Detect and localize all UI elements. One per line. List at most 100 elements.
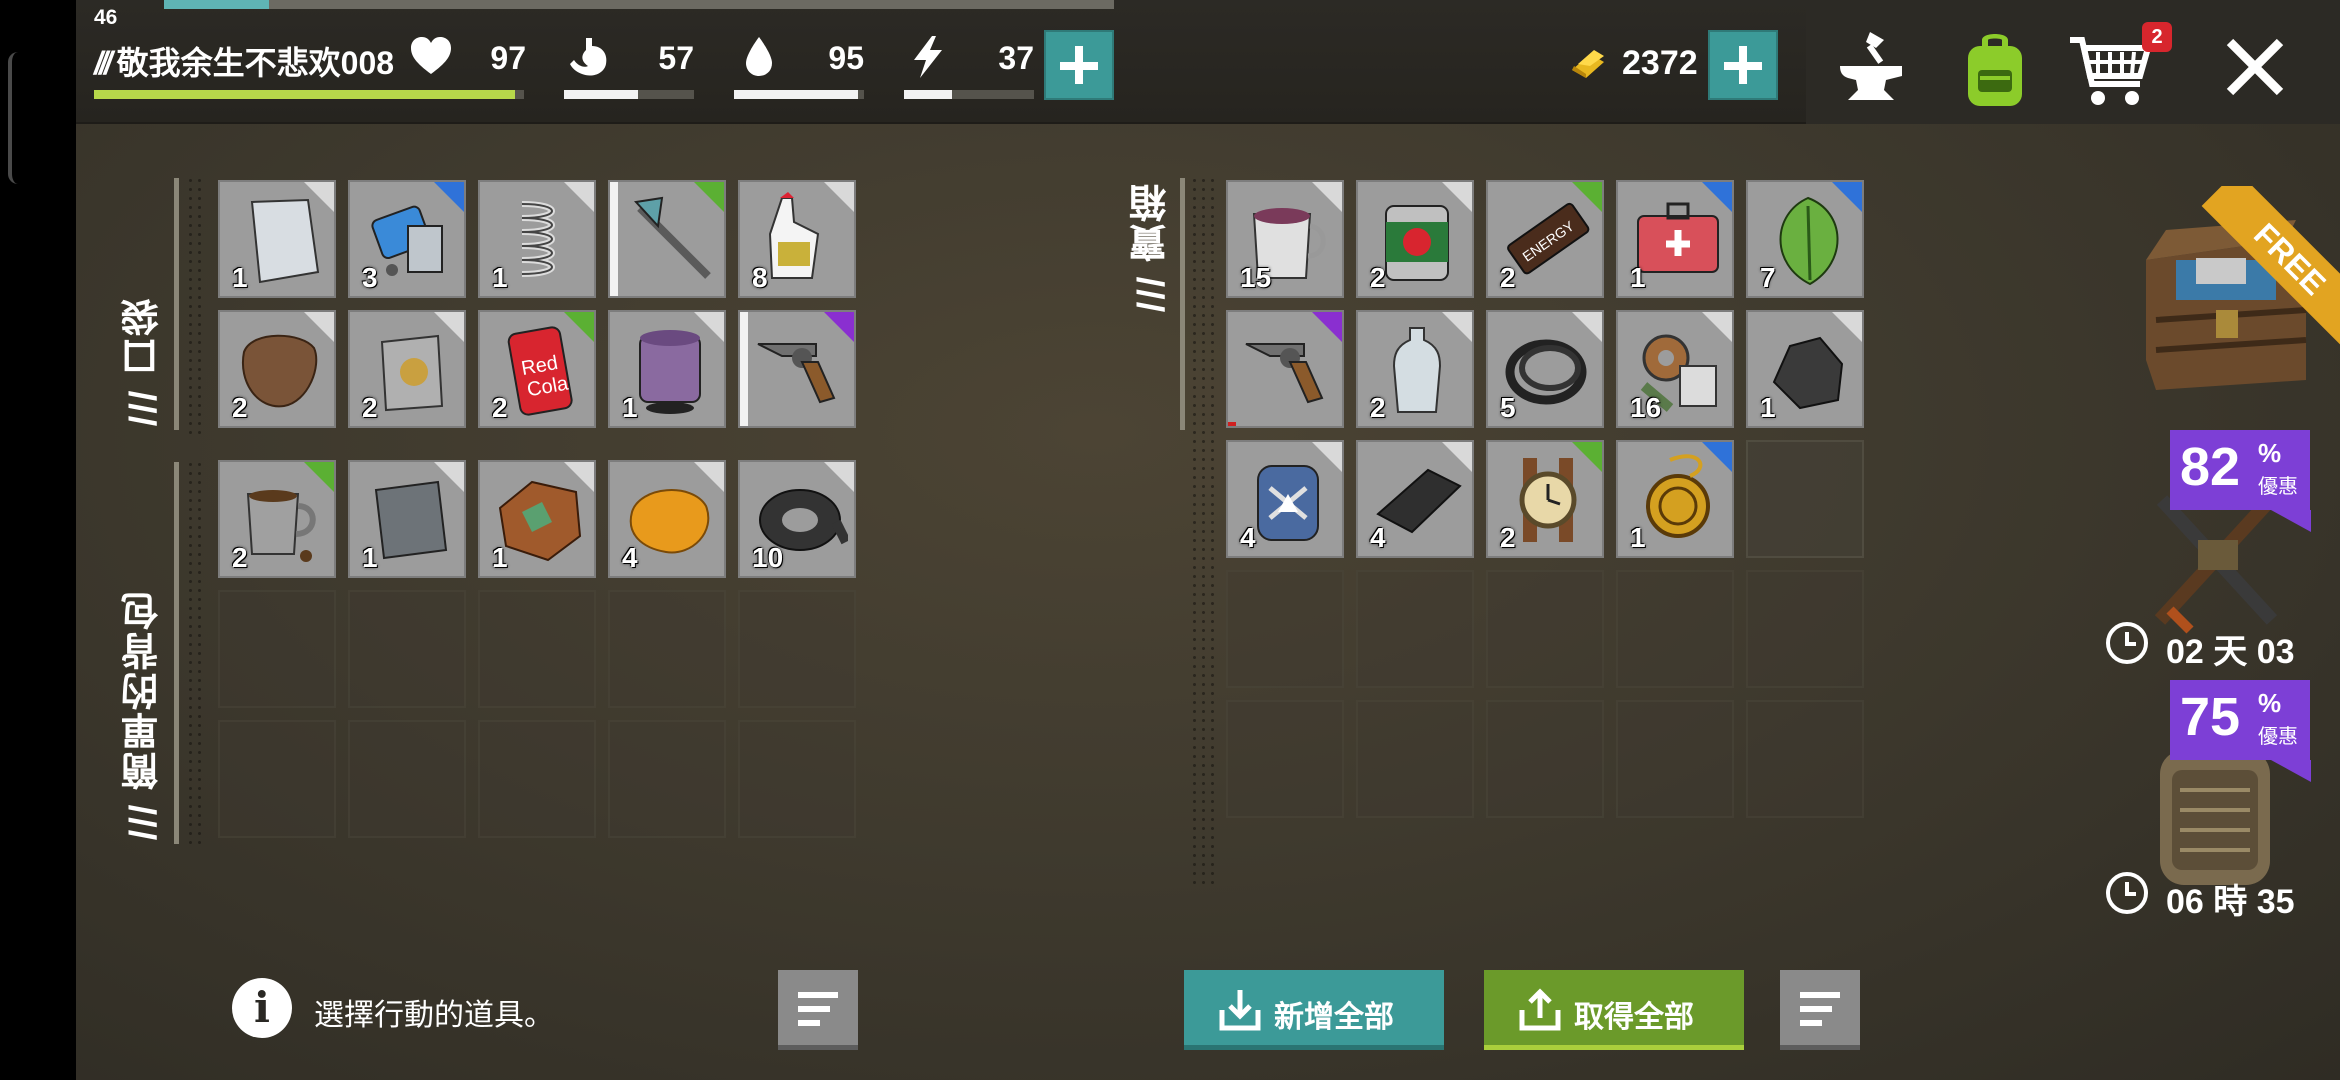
pocket-item-slot[interactable] [738,310,856,428]
chest-item-slot[interactable]: 2 [1356,310,1474,428]
chest-item-slot[interactable] [1226,310,1344,428]
energy-bar [904,90,1034,99]
backpack-empty-slot[interactable] [218,720,336,838]
backpack-empty-slot[interactable] [738,720,856,838]
chest-item-slot[interactable]: 15 [1226,180,1344,298]
pocket-item-slot[interactable]: Red Cola 2 [478,310,596,428]
backpack-empty-slot[interactable] [348,720,466,838]
anvil-icon[interactable] [1826,26,1916,116]
sort-line [798,992,838,998]
backpack-offer-timer: 06 時 35 [2166,883,2295,921]
pocket-item-slot[interactable]: 2 [348,310,466,428]
chest-empty-slot[interactable] [1746,570,1864,688]
item-quantity: 2 [492,392,508,423]
gold-bar-icon [1572,50,1604,78]
chest-item-slot[interactable]: 2 [1486,440,1604,558]
chest-item-slot[interactable]: 1 [1616,180,1734,298]
xp-bar-fill [164,0,269,9]
item-quantity: 2 [232,542,248,573]
chest-empty-slot[interactable] [1616,570,1734,688]
backpack-empty-slot[interactable] [608,590,726,708]
backpack-icon[interactable] [1950,26,2040,116]
player-level: 46 [94,6,118,29]
chest-empty-slot[interactable] [1746,700,1864,818]
chest-item-slot[interactable]: 16 [1616,310,1734,428]
backpack-discount-badge[interactable]: 75 % 優惠 [2170,680,2311,782]
chest-item-slot[interactable]: ENERGY 2 [1486,180,1604,298]
weapons-offer-timer: 02 天 03 [2166,633,2295,671]
cart-badge: 2 [2142,22,2172,52]
chest-empty-slot[interactable] [1486,700,1604,818]
backpack-item-slot[interactable]: 4 [608,460,726,578]
pocket-divider [174,178,179,430]
pocket-item-slot[interactable]: 2 [218,310,336,428]
sort-line [1800,1020,1822,1026]
chest-item-slot[interactable]: 7 [1746,180,1864,298]
item-quantity: 1 [232,262,248,293]
item-quantity: 1 [362,542,378,573]
chest-empty-slot[interactable] [1226,570,1344,688]
pocket-item-slot[interactable]: 1 [218,180,336,298]
pocket-item-slot[interactable]: 1 [608,310,726,428]
backpack-item-slot[interactable]: 2 [218,460,336,578]
backpack-empty-slot[interactable] [608,720,726,838]
health-stat: 97 [408,34,526,80]
chest-dot-pattern [1190,176,1218,886]
chest-empty-slot[interactable] [1356,570,1474,688]
item-quantity: 2 [1370,392,1386,423]
add-all-button[interactable]: 新增全部 [1184,970,1444,1050]
backpack-discount-percent: 75 [2180,687,2241,747]
download-icon [1219,990,1261,1031]
backpack-item-slot[interactable]: 1 [348,460,466,578]
pocket-item-slot[interactable]: 1 [478,180,596,298]
take-all-button[interactable]: 取得全部 [1484,970,1744,1050]
chest-item-slot[interactable]: 1 [1616,440,1734,558]
energy-value: 37 [998,40,1034,76]
free-ribbon: FREE [2170,186,2340,346]
chest-item-slot[interactable]: 5 [1486,310,1604,428]
close-icon[interactable] [2216,28,2294,106]
pocket-dot-pattern [186,176,206,436]
chest-item-slot[interactable]: 2 [1356,180,1474,298]
pocket-item-slot[interactable] [608,180,726,298]
revolver-icon [1245,343,1324,404]
backpack-empty-slot[interactable] [348,590,466,708]
backpack-empty-slot[interactable] [478,590,596,708]
backpack-empty-slot[interactable] [218,590,336,708]
item-quantity: 1 [492,542,508,573]
free-label: FREE [2201,186,2340,346]
pocket-item-slot[interactable]: 3 [348,180,466,298]
buy-gold-button[interactable] [1708,30,1778,100]
energy-stat: 37 [906,34,1034,80]
chest-empty-slot[interactable] [1356,700,1474,818]
backpack-item-slot[interactable]: 10 [738,460,856,578]
chest-empty-slot[interactable] [1746,440,1864,558]
sort-line [1800,992,1840,998]
chest-item-slot[interactable]: 4 [1226,440,1344,558]
refill-stats-button[interactable] [1044,30,1114,100]
chest-empty-slot[interactable] [1486,570,1604,688]
chest-item-slot[interactable]: 1 [1746,310,1864,428]
item-quantity: 8 [752,262,768,293]
sort-line [1800,1006,1832,1012]
clock-icon [2106,622,2148,664]
sort-inventory-button[interactable] [778,970,858,1050]
weapons-discount-label: 優惠 [2258,476,2298,498]
backpack-offer-image[interactable] [2140,740,2290,890]
pocket-item-slot[interactable]: 8 [738,180,856,298]
player-name[interactable]: ///敬我余生不悲欢008 [94,38,394,84]
broken-marker [1228,422,1236,426]
sort-chest-button[interactable] [1780,970,1860,1050]
food-stat: 57 [566,34,694,80]
backpack-discount-label: 優惠 [2258,726,2298,748]
item-quantity: 2 [1500,262,1516,293]
chest-item-slot[interactable]: 4 [1356,440,1474,558]
chest-empty-slot[interactable] [1226,700,1344,818]
water-stat: 95 [736,34,864,80]
chest-empty-slot[interactable] [1616,700,1734,818]
backpack-empty-slot[interactable] [478,720,596,838]
weapons-discount-badge[interactable]: 82 % 優惠 [2170,430,2311,532]
food-bar-fill [564,90,639,99]
backpack-empty-slot[interactable] [738,590,856,708]
backpack-item-slot[interactable]: 1 [478,460,596,578]
